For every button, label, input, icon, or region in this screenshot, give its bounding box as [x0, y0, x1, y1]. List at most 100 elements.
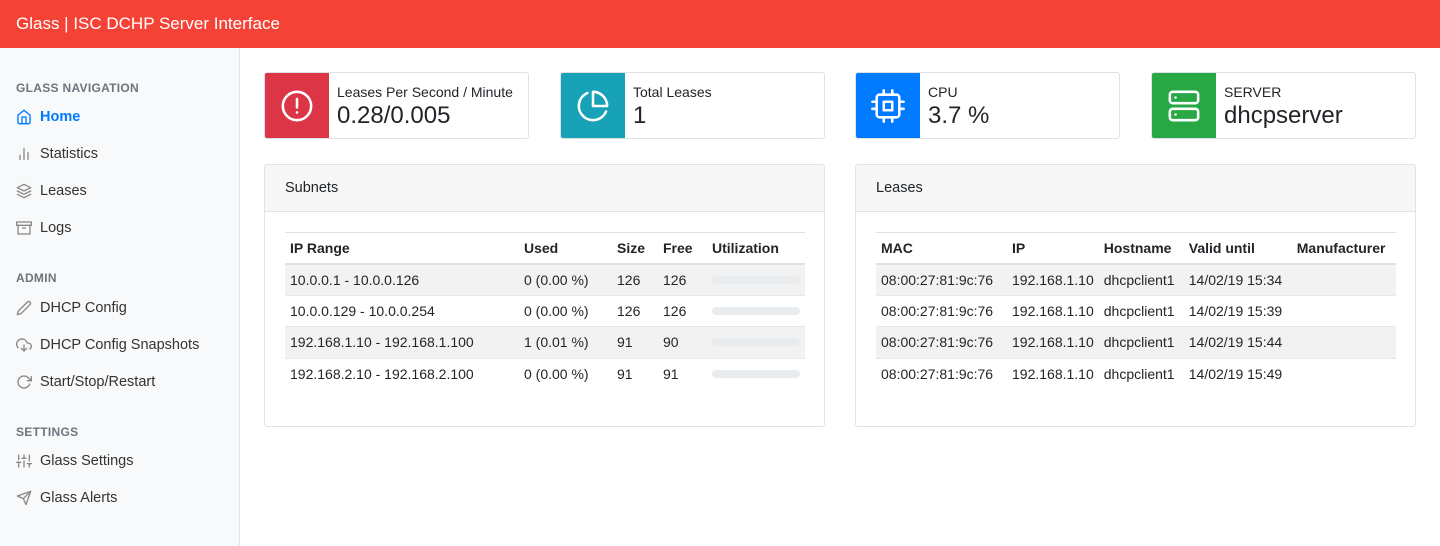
cell-mac: 08:00:27:81:9c:76	[876, 326, 1007, 359]
cell-utilization	[707, 295, 805, 327]
sidebar-item-glass-alerts[interactable]: Glass Alerts	[16, 486, 117, 510]
stat-label: Total Leases	[633, 84, 712, 100]
cloud-download-icon	[16, 337, 32, 353]
utilization-bar	[712, 338, 800, 347]
column-header[interactable]: Size	[612, 232, 658, 265]
cell-manufacturer	[1291, 263, 1396, 296]
table-row[interactable]: 10.0.0.129 - 10.0.0.254 0 (0.00 %) 126 1…	[285, 295, 805, 327]
cell-size: 91	[617, 366, 633, 382]
table-row[interactable]: 08:00:27:81:9c:76 192.168.1.10 dhcpclien…	[876, 295, 1396, 327]
table-row[interactable]: 08:00:27:81:9c:76 192.168.1.10 dhcpclien…	[876, 326, 1396, 359]
cell-valid-until: 14/02/19 15:34	[1183, 263, 1292, 296]
table-row[interactable]: 10.0.0.1 - 10.0.0.126 0 (0.00 %) 126 126	[285, 263, 805, 296]
cell-hostname: dhcpclient1	[1103, 366, 1175, 382]
cell-size: 91	[612, 326, 658, 359]
sidebar: GLASS NAVIGATION Home Statistics Leases …	[0, 48, 240, 546]
utilization-bar	[712, 306, 800, 315]
sidebar-item-dhcp-config-snapshots[interactable]: DHCP Config Snapshots	[16, 333, 199, 357]
leases-table: MAC IP Hostname Valid until Manufacturer…	[876, 232, 1396, 390]
sidebar-item-glass-settings[interactable]: Glass Settings	[16, 449, 134, 473]
cell-ip-range: 192.168.1.10 - 192.168.1.100	[285, 326, 519, 359]
cell-free: 91	[663, 366, 679, 382]
server-icon	[1152, 73, 1216, 138]
home-icon	[16, 109, 32, 125]
archive-icon	[16, 220, 32, 236]
column-header[interactable]: IP	[1007, 232, 1099, 265]
cell-ip-range: 192.168.2.10 - 192.168.2.100	[290, 366, 474, 382]
stat-card-server: SERVER dhcpserver	[1151, 72, 1416, 139]
cell-manufacturer	[1291, 295, 1396, 327]
cell-hostname: dhcpclient1	[1098, 326, 1184, 359]
cell-ip: 192.168.1.10	[1007, 263, 1099, 296]
sidebar-item-logs[interactable]: Logs	[16, 216, 71, 240]
cell-ip: 192.168.1.10	[1012, 366, 1094, 382]
cell-mac: 08:00:27:81:9c:76	[881, 366, 994, 382]
column-header[interactable]: Hostname	[1098, 232, 1184, 265]
stat-value: dhcpserver	[1224, 102, 1343, 129]
cell-size: 126	[612, 263, 658, 296]
sidebar-item-label: Glass Alerts	[40, 490, 118, 506]
nav-heading-admin: ADMIN	[16, 271, 57, 285]
table-header-row: IP Range Used Size Free Utilization	[285, 232, 805, 265]
layers-icon	[16, 183, 32, 199]
cell-free: 126	[658, 263, 707, 296]
column-header[interactable]: IP Range	[285, 232, 519, 265]
stat-value: 1	[633, 102, 647, 129]
sidebar-item-start-stop-restart[interactable]: Start/Stop/Restart	[16, 370, 155, 394]
utilization-bar	[712, 370, 800, 378]
leases-panel: Leases MAC IP Hostname Valid until Manuf…	[855, 164, 1416, 427]
cell-valid-until: 14/02/19 15:44	[1183, 326, 1292, 359]
stat-value: 3.7 %	[928, 102, 990, 129]
sidebar-item-leases[interactable]: Leases	[16, 179, 87, 203]
cell-manufacturer	[1292, 358, 1396, 390]
sidebar-item-label: DHCP Config	[40, 300, 127, 316]
cell-utilization	[707, 326, 805, 359]
column-header[interactable]: Utilization	[707, 232, 805, 265]
table-row[interactable]: 08:00:27:81:9c:76 192.168.1.10 dhcpclien…	[876, 263, 1396, 296]
sidebar-item-dhcp-config[interactable]: DHCP Config	[16, 296, 127, 320]
column-header[interactable]: Used	[519, 232, 612, 265]
column-header[interactable]: MAC	[876, 232, 1007, 265]
table-row[interactable]: 192.168.2.10 - 192.168.2.100 0 (0.00 %) …	[285, 358, 805, 390]
column-header[interactable]: Manufacturer	[1291, 232, 1396, 265]
cell-mac: 08:00:27:81:9c:76	[876, 295, 1007, 327]
stat-value: 0.28/0.005	[337, 102, 451, 129]
send-icon	[16, 490, 32, 506]
cell-manufacturer	[1291, 326, 1396, 359]
sidebar-item-home[interactable]: Home	[16, 105, 80, 129]
sidebar-item-label: Leases	[40, 183, 87, 199]
sidebar-item-statistics[interactable]: Statistics	[16, 142, 98, 166]
cpu-icon	[856, 73, 920, 138]
cell-used: 0 (0.00 %)	[519, 295, 612, 327]
column-header[interactable]: Free	[658, 232, 707, 265]
sliders-icon	[16, 453, 32, 469]
cell-used: 1 (0.01 %)	[519, 326, 612, 359]
table-row[interactable]: 192.168.1.10 - 192.168.1.100 1 (0.01 %) …	[285, 326, 805, 359]
stat-card-cpu: CPU 3.7 %	[855, 72, 1120, 139]
refresh-icon	[16, 374, 32, 390]
cell-hostname: dhcpclient1	[1098, 295, 1184, 327]
table-row[interactable]: 08:00:27:81:9c:76 192.168.1.10 dhcpclien…	[876, 358, 1396, 390]
subnets-table: IP Range Used Size Free Utilization 10.0…	[285, 232, 805, 390]
app-title[interactable]: Glass | ISC DCHP Server Interface	[16, 14, 280, 34]
utilization-bar	[712, 275, 800, 284]
stat-card-total-leases: Total Leases 1	[560, 72, 825, 139]
cell-valid-until: 14/02/19 15:49	[1188, 366, 1283, 382]
column-header[interactable]: Valid until	[1183, 232, 1292, 265]
cell-used: 0 (0.00 %)	[519, 263, 612, 296]
sidebar-item-label: DHCP Config Snapshots	[40, 337, 200, 353]
top-bar: Glass | ISC DCHP Server Interface	[0, 0, 1440, 48]
sidebar-item-label: Statistics	[40, 146, 99, 162]
leases-panel-title: Leases	[856, 165, 1415, 212]
alert-circle-icon	[265, 73, 329, 138]
cell-ip-range: 10.0.0.129 - 10.0.0.254	[285, 295, 519, 327]
cell-ip: 192.168.1.10	[1007, 295, 1099, 327]
sidebar-item-label: Home	[40, 109, 81, 125]
cell-free: 126	[658, 295, 707, 327]
stat-label: Leases Per Second / Minute	[337, 84, 513, 100]
sidebar-item-label: Logs	[40, 220, 72, 236]
nav-heading-glass-navigation: GLASS NAVIGATION	[16, 81, 140, 95]
sidebar-item-label: Start/Stop/Restart	[40, 374, 156, 390]
stat-card-leases-per-second: Leases Per Second / Minute 0.28/0.005	[264, 72, 529, 139]
cell-utilization	[707, 263, 805, 296]
